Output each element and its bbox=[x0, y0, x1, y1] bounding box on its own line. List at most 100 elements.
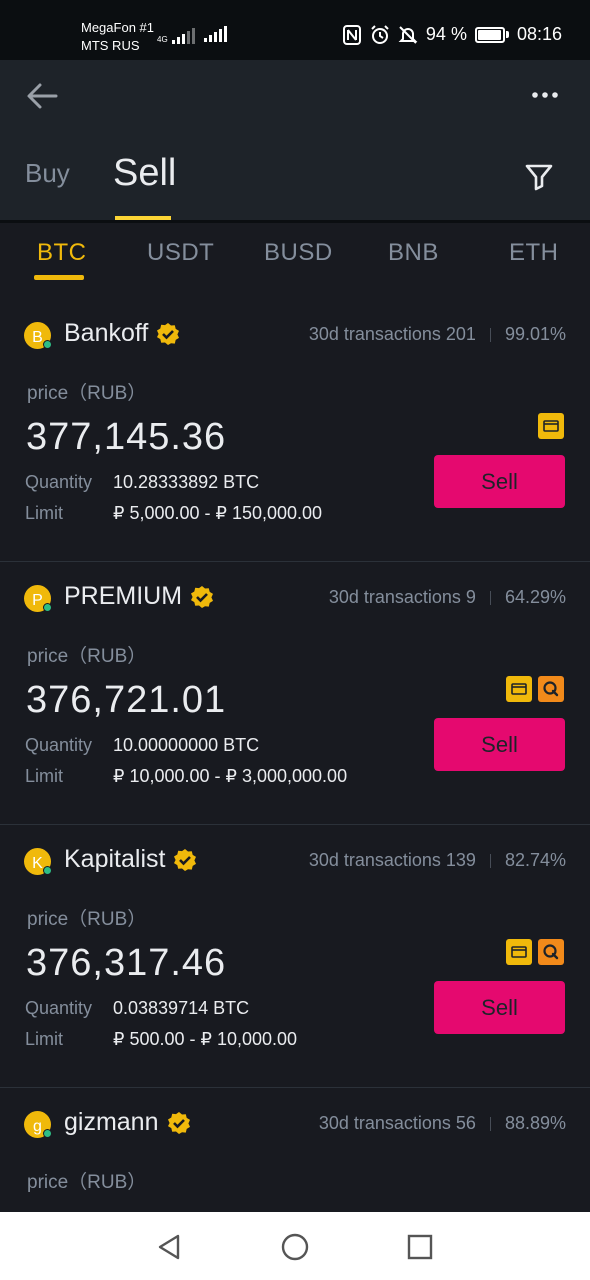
merchant[interactable]: Bankoff bbox=[64, 319, 180, 348]
merchant-name[interactable]: Kapitalist bbox=[64, 845, 165, 874]
mute-icon bbox=[398, 25, 418, 44]
qiwi-icon bbox=[538, 676, 564, 702]
price-value: 377,145.36 bbox=[26, 416, 227, 458]
header: Buy Sell bbox=[0, 60, 590, 222]
payment-methods bbox=[506, 939, 564, 965]
avatar[interactable]: P bbox=[24, 585, 52, 612]
merchant[interactable]: gizmann bbox=[64, 1108, 191, 1137]
merchant-stats: 30d transactions 201 99.01% bbox=[309, 324, 566, 345]
quantity-value: 10.28333892 BTC bbox=[113, 472, 260, 492]
transactions-count: 30d transactions 139 bbox=[308, 850, 476, 870]
filter-icon[interactable] bbox=[524, 162, 554, 192]
battery-icon bbox=[474, 26, 509, 43]
merchant-stats: 30d transactions 56 88.89% bbox=[319, 1113, 566, 1134]
bank-card-icon bbox=[506, 939, 532, 965]
limit-label: Limit bbox=[25, 1029, 64, 1049]
qiwi-icon bbox=[538, 939, 564, 965]
carrier-primary: MegaFon #1 bbox=[81, 20, 154, 35]
merchant[interactable]: PREMIUM bbox=[64, 582, 214, 611]
coin-tabs: BTC USDT BUSD BNB ETH bbox=[0, 223, 590, 291]
bank-card-icon bbox=[506, 676, 532, 702]
quantity-value: 0.03839714 BTC bbox=[113, 998, 250, 1018]
bank-card-icon bbox=[538, 413, 564, 439]
online-dot bbox=[43, 866, 52, 875]
sell-button[interactable]: Sell bbox=[434, 718, 565, 771]
merchant-name[interactable]: PREMIUM bbox=[64, 582, 182, 611]
price-label: price（RUB） bbox=[27, 1172, 147, 1193]
avatar[interactable]: B bbox=[24, 322, 52, 349]
tab-buy[interactable]: Buy bbox=[25, 158, 70, 189]
nfc-icon bbox=[342, 24, 361, 45]
verified-badge-icon bbox=[174, 848, 197, 871]
completion-rate: 82.74% bbox=[504, 850, 566, 870]
ad-card: B Bankoff 30d transactions 201 99.01% pri… bbox=[0, 300, 590, 562]
coin-active-indicator bbox=[34, 275, 84, 280]
limit-value: ₽ 10,000.00 - ₽ 3,000,000.00 bbox=[113, 766, 348, 786]
merchant-name[interactable]: gizmann bbox=[64, 1108, 159, 1137]
coin-tab-btc[interactable]: BTC bbox=[37, 239, 87, 267]
price-label: price（RUB） bbox=[27, 383, 147, 404]
quantity-label: Quantity bbox=[25, 472, 93, 492]
transactions-count: 30d transactions 201 bbox=[308, 324, 476, 344]
sell-button[interactable]: Sell bbox=[434, 981, 565, 1034]
merchant-name[interactable]: Bankoff bbox=[64, 319, 148, 348]
nav-recents-icon[interactable] bbox=[403, 1230, 437, 1264]
merchant[interactable]: Kapitalist bbox=[64, 845, 197, 874]
carrier-secondary: MTS RUS bbox=[81, 38, 140, 53]
price-value: 376,317.46 bbox=[26, 942, 227, 984]
quantity-label: Quantity bbox=[25, 998, 93, 1018]
coin-tab-usdt[interactable]: USDT bbox=[147, 239, 214, 267]
avatar[interactable]: K bbox=[24, 848, 52, 875]
tab-sell[interactable]: Sell bbox=[113, 152, 176, 195]
limit-value: ₽ 500.00 - ₽ 10,000.00 bbox=[113, 1029, 298, 1049]
system-nav-bar bbox=[0, 1212, 590, 1280]
back-arrow-icon[interactable] bbox=[24, 78, 60, 114]
clock: 08:16 bbox=[516, 24, 562, 44]
nav-home-icon[interactable] bbox=[278, 1230, 312, 1264]
limit-label: Limit bbox=[25, 766, 64, 786]
signal-strength-2-icon bbox=[204, 26, 227, 42]
verified-badge-icon bbox=[191, 585, 214, 608]
ad-card: g gizmann 30d transactions 56 88.89% pric… bbox=[0, 1089, 590, 1212]
network-type: 4G bbox=[157, 35, 168, 44]
transactions-count: 30d transactions 9 bbox=[328, 587, 476, 607]
transactions-count: 30d transactions 56 bbox=[318, 1113, 476, 1133]
online-dot bbox=[43, 1129, 52, 1138]
nav-back-icon[interactable] bbox=[152, 1230, 186, 1264]
limit-value: ₽ 5,000.00 - ₽ 150,000.00 bbox=[113, 503, 323, 523]
online-dot bbox=[43, 603, 52, 612]
status-bar: MegaFon #1 MTS RUS 4G 94 % 08:16 bbox=[0, 0, 590, 60]
limit-label: Limit bbox=[25, 503, 64, 523]
price-label: price（RUB） bbox=[27, 646, 147, 667]
avatar-initial: B bbox=[32, 329, 43, 346]
coin-tab-bnb[interactable]: BNB bbox=[388, 239, 439, 267]
verified-badge-icon bbox=[157, 322, 180, 345]
quantity-value: 10.00000000 BTC bbox=[113, 735, 260, 755]
payment-methods bbox=[506, 676, 564, 702]
avatar[interactable]: g bbox=[24, 1111, 52, 1138]
battery-percent: 94 % bbox=[425, 24, 467, 44]
carrier-info: MegaFon #1 MTS RUS bbox=[81, 19, 154, 55]
online-dot bbox=[43, 340, 52, 349]
merchant-stats: 30d transactions 9 64.29% bbox=[329, 587, 566, 608]
merchant-stats: 30d transactions 139 82.74% bbox=[309, 850, 566, 871]
avatar-initial: g bbox=[33, 1118, 42, 1135]
ad-card: K Kapitalist 30d transactions 139 82.74% … bbox=[0, 826, 590, 1088]
more-icon[interactable] bbox=[530, 88, 560, 102]
coin-tab-busd[interactable]: BUSD bbox=[264, 239, 333, 267]
payment-methods bbox=[538, 413, 564, 439]
avatar-initial: K bbox=[32, 855, 43, 872]
signal-strength-1-icon: 4G bbox=[157, 26, 195, 44]
verified-badge-icon bbox=[167, 1111, 190, 1134]
completion-rate: 99.01% bbox=[504, 324, 566, 344]
quantity-label: Quantity bbox=[25, 735, 93, 755]
avatar-initial: P bbox=[32, 592, 43, 609]
completion-rate: 64.29% bbox=[504, 587, 566, 607]
price-label: price（RUB） bbox=[27, 909, 147, 930]
price-value: 376,721.01 bbox=[26, 679, 227, 721]
alarm-icon bbox=[371, 24, 389, 44]
completion-rate: 88.89% bbox=[504, 1113, 566, 1133]
ad-card: P PREMIUM 30d transactions 9 64.29% price… bbox=[0, 563, 590, 825]
coin-tab-eth[interactable]: ETH bbox=[509, 239, 559, 267]
sell-button[interactable]: Sell bbox=[434, 455, 565, 508]
